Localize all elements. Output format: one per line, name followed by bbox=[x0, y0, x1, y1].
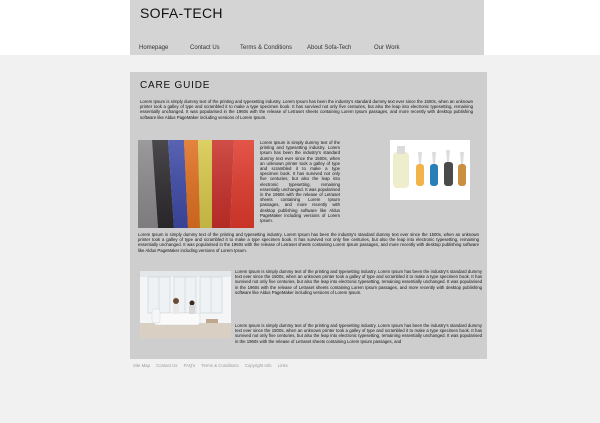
page-title: CARE GUIDE bbox=[140, 80, 211, 91]
site-footer: Site Map Contact Us FAQ's Terms & Condit… bbox=[133, 363, 293, 368]
footer-site-map[interactable]: Site Map bbox=[133, 363, 150, 368]
footer-contact-us[interactable]: Contact Us bbox=[156, 363, 177, 368]
nav-homepage[interactable]: Homepage bbox=[139, 45, 168, 51]
site-logo[interactable]: SOFA-TECH bbox=[140, 5, 223, 21]
cleaning-products-image bbox=[390, 140, 470, 200]
footer-copyright-info[interactable]: Copyright Info bbox=[245, 363, 272, 368]
nav-our-work[interactable]: Our Work bbox=[374, 45, 400, 51]
site-header: SOFA-TECH Homepage Contact Us Terms & Co… bbox=[130, 0, 484, 55]
intro-paragraph: Lorem Ipsum is simply dummy text of the … bbox=[140, 99, 473, 120]
footer-faqs[interactable]: FAQ's bbox=[184, 363, 196, 368]
fabric-paragraph: Lorem Ipsum is simply dummy text of the … bbox=[260, 140, 340, 224]
living-room-paragraph: Lorem Ipsum is simply dummy text of the … bbox=[235, 269, 482, 295]
footer-terms-conditions[interactable]: Terms & Conditions bbox=[201, 363, 238, 368]
closing-paragraph: Lorem Ipsum is simply dummy text of the … bbox=[235, 323, 482, 344]
fabric-swatches-image bbox=[138, 140, 254, 228]
living-room-image bbox=[140, 271, 231, 338]
nav-about-sofa-tech[interactable]: About Sofa-Tech bbox=[307, 45, 351, 51]
nav-terms-conditions[interactable]: Terms & Conditions bbox=[240, 45, 292, 51]
footer-links[interactable]: Links bbox=[278, 363, 288, 368]
nav-contact-us[interactable]: Contact Us bbox=[190, 45, 220, 51]
content-panel: CARE GUIDE Lorem Ipsum is simply dummy t… bbox=[130, 72, 487, 359]
middle-paragraph: Lorem Ipsum is simply dummy text of the … bbox=[138, 232, 479, 253]
